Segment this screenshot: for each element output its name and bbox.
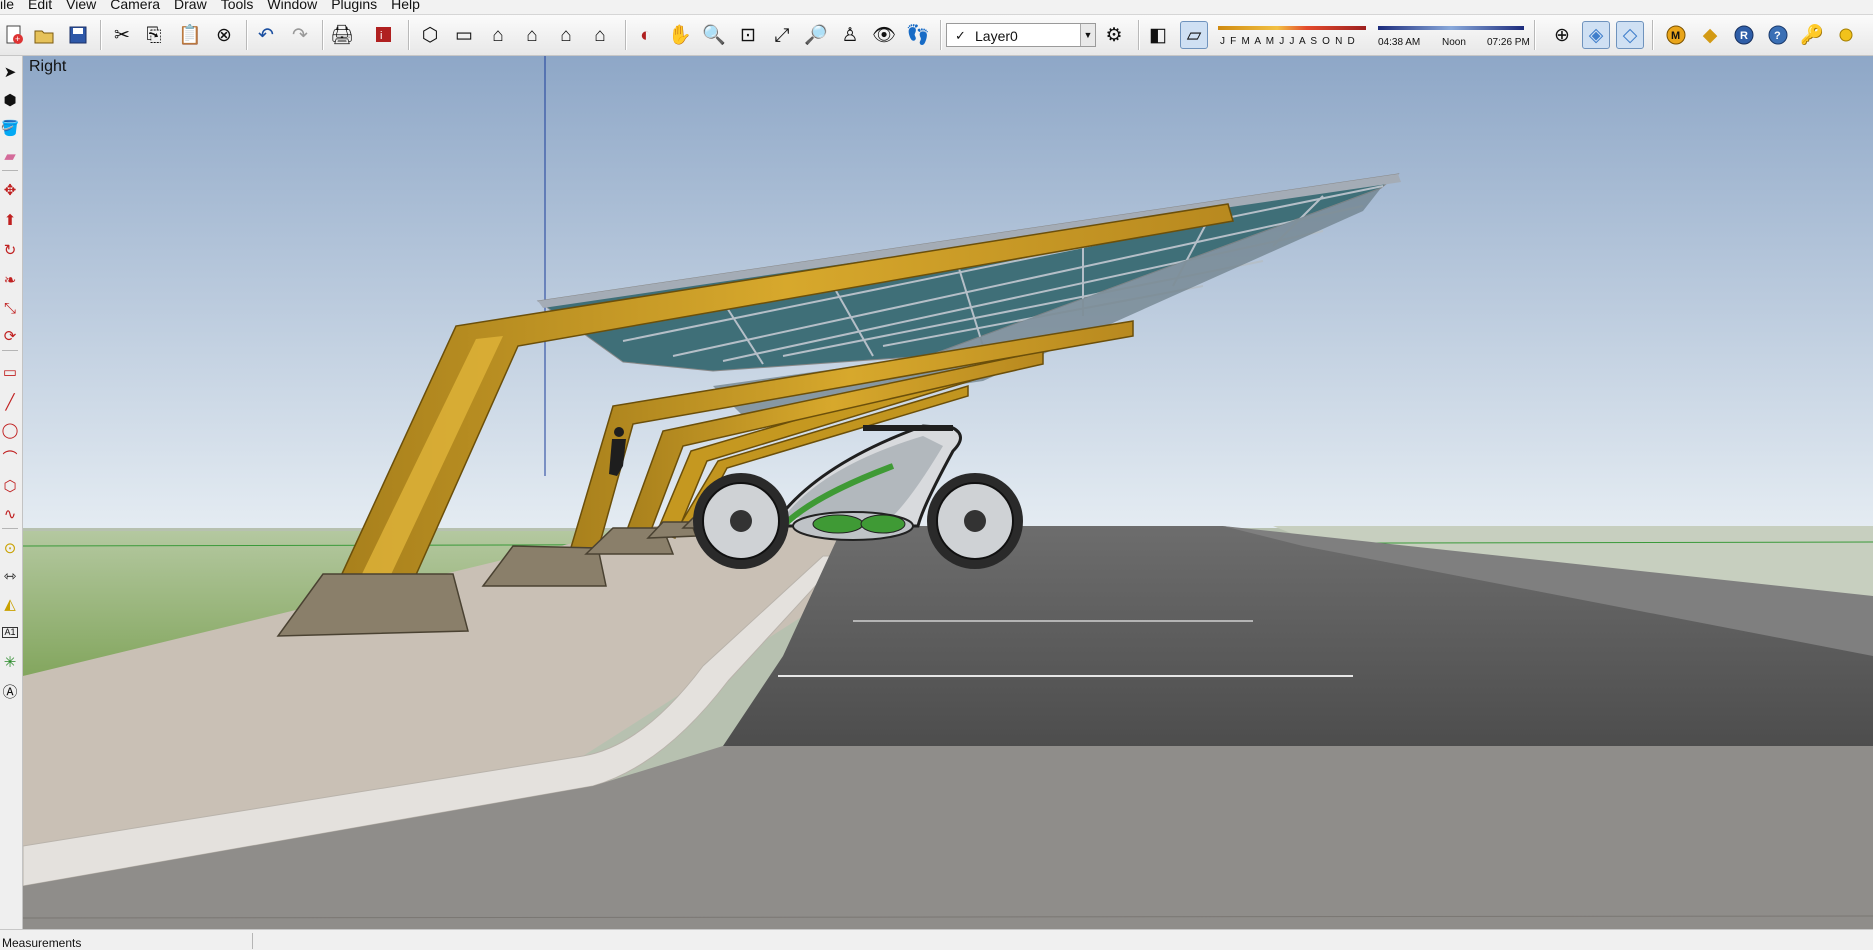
menu-plugins[interactable]: Plugins (325, 0, 385, 11)
pan-icon[interactable]: ✋ (666, 21, 694, 49)
3d-text-icon[interactable]: Ⓐ (0, 680, 20, 704)
rectangle-icon[interactable]: ▭ (0, 360, 20, 384)
component-icon[interactable]: ⬢ (0, 88, 20, 112)
svg-text:M: M (1671, 30, 1680, 42)
text-icon[interactable]: A1 (0, 620, 20, 644)
status-bar: Measurements (0, 929, 1873, 950)
paste-icon[interactable]: 📋 (176, 21, 204, 49)
erase-icon[interactable]: ⊗ (210, 21, 238, 49)
tag-icon[interactable]: ◆ (1696, 21, 1724, 49)
redo-icon[interactable]: ↷ (286, 21, 314, 49)
rotate-icon[interactable]: ↻ (0, 238, 20, 262)
top-view-icon[interactable]: ▭ (450, 21, 478, 49)
check-icon: ✓ (955, 28, 966, 43)
vehicle-wheel (927, 473, 1023, 569)
arc-icon[interactable]: ⌒ (0, 446, 20, 470)
question-icon[interactable]: ? (1764, 21, 1792, 49)
left-view-icon[interactable]: ⌂ (586, 21, 614, 49)
new-icon[interactable]: + (0, 21, 28, 49)
r-icon[interactable]: R (1730, 21, 1758, 49)
save-icon[interactable] (64, 21, 92, 49)
front-view-icon[interactable]: ⌂ (484, 21, 512, 49)
key-icon[interactable]: 🔑 (1798, 21, 1826, 49)
previous-view-icon[interactable]: 🔎 (802, 21, 830, 49)
svg-text:R: R (1740, 30, 1748, 42)
sun-icon[interactable] (1832, 21, 1860, 49)
cut-icon[interactable]: ✂ (108, 21, 136, 49)
xray-icon[interactable]: ◈ (1582, 21, 1610, 49)
left-toolbar: ➤ ⬢ 🪣 ▰ ✥ ⬆ ↻ ❧ ⤡ ⟳ ▭ ╱ ◯ ⌒ ⬡ ∿ ⊙ ⇿ ◭ A1… (0, 56, 23, 929)
view-name-label: Right (29, 58, 67, 75)
display-shadows-icon[interactable]: ▱ (1180, 21, 1208, 49)
layer-manager-icon[interactable]: ⚙ (1100, 21, 1128, 49)
polygon-icon[interactable]: ⬡ (0, 474, 20, 498)
svg-text:i: i (380, 30, 382, 42)
shadow-time-slider[interactable] (1378, 26, 1524, 30)
axes-icon[interactable]: ⊕ (1548, 21, 1576, 49)
m-icon[interactable]: M (1662, 21, 1690, 49)
svg-text:?: ? (1774, 30, 1781, 42)
offset-icon[interactable]: ⟳ (0, 324, 20, 348)
layer-select[interactable]: ✓ Layer0 ▼ (946, 23, 1096, 47)
right-view-icon[interactable]: ⌂ (518, 21, 546, 49)
zoom-extents-icon[interactable]: ⤢ (768, 21, 796, 49)
circle-icon[interactable]: ◯ (0, 418, 20, 442)
eraser-icon[interactable]: ▰ (0, 144, 20, 168)
back-edges-icon[interactable]: ◇ (1616, 21, 1644, 49)
look-around-icon[interactable]: 👁 (870, 21, 898, 49)
time-mid-label: Noon (1442, 37, 1466, 48)
select-icon[interactable]: ➤ (0, 60, 20, 84)
shadow-settings-icon[interactable]: ◧ (1144, 21, 1172, 49)
time-end-label: 07:26 PM (1487, 37, 1530, 48)
menu-view[interactable]: View (60, 0, 104, 11)
3d-viewport[interactable] (23, 56, 1873, 929)
dimension-icon[interactable]: ⇿ (0, 564, 20, 588)
scale-icon[interactable]: ⤡ (0, 296, 20, 320)
menu-camera[interactable]: Camera (104, 0, 168, 11)
model-info-icon[interactable]: i (370, 21, 398, 49)
tape-measure-icon[interactable]: ⊙ (0, 536, 20, 560)
print-icon[interactable]: 🖨 (328, 21, 356, 49)
shadow-date-slider[interactable]: J F M A M J J A S O N D (1218, 17, 1366, 49)
svg-text:+: + (15, 34, 20, 44)
menu-bar: ile Edit View Camera Draw Tools Window P… (0, 0, 1873, 15)
zoom-icon[interactable]: 🔍 (700, 21, 728, 49)
menu-edit[interactable]: Edit (22, 0, 60, 11)
chevron-down-icon[interactable]: ▼ (1080, 24, 1095, 46)
freehand-icon[interactable]: ∿ (0, 502, 20, 526)
copy-icon[interactable]: ⎘ (140, 21, 168, 49)
zoom-window-icon[interactable]: ⊡ (734, 21, 762, 49)
walk-icon[interactable]: 👣 (904, 21, 932, 49)
status-divider (252, 933, 253, 949)
menu-draw[interactable]: Draw (168, 0, 215, 11)
protractor-icon[interactable]: ◭ (0, 592, 20, 616)
orbit-icon[interactable]: ◐ (632, 21, 660, 49)
menu-tools[interactable]: Tools (215, 0, 262, 11)
iso-view-icon[interactable]: ⬡ (416, 21, 444, 49)
scene-canvas (23, 56, 1873, 929)
month-gradient (1218, 26, 1366, 30)
open-icon[interactable] (30, 21, 58, 49)
back-view-icon[interactable]: ⌂ (552, 21, 580, 49)
vehicle-wheel (693, 473, 789, 569)
menu-help[interactable]: Help (385, 0, 428, 11)
line-icon[interactable]: ╱ (0, 390, 20, 414)
position-camera-icon[interactable]: ♙ (836, 21, 864, 49)
push-pull-icon[interactable]: ⬆ (0, 208, 20, 232)
axes-icon[interactable]: ✳ (0, 650, 20, 674)
layer-name: Layer0 (975, 28, 1018, 44)
menu-window[interactable]: Window (261, 0, 325, 11)
month-labels: J F M A M J J A S O N D (1220, 36, 1356, 47)
menu-file[interactable]: ile (0, 0, 22, 11)
paint-bucket-icon[interactable]: 🪣 (0, 116, 20, 140)
time-start-label: 04:38 AM (1378, 37, 1421, 48)
follow-me-icon[interactable]: ❧ (0, 268, 20, 292)
move-icon[interactable]: ✥ (0, 178, 20, 202)
undo-icon[interactable]: ↶ (252, 21, 280, 49)
status-text: Measurements (2, 936, 82, 950)
